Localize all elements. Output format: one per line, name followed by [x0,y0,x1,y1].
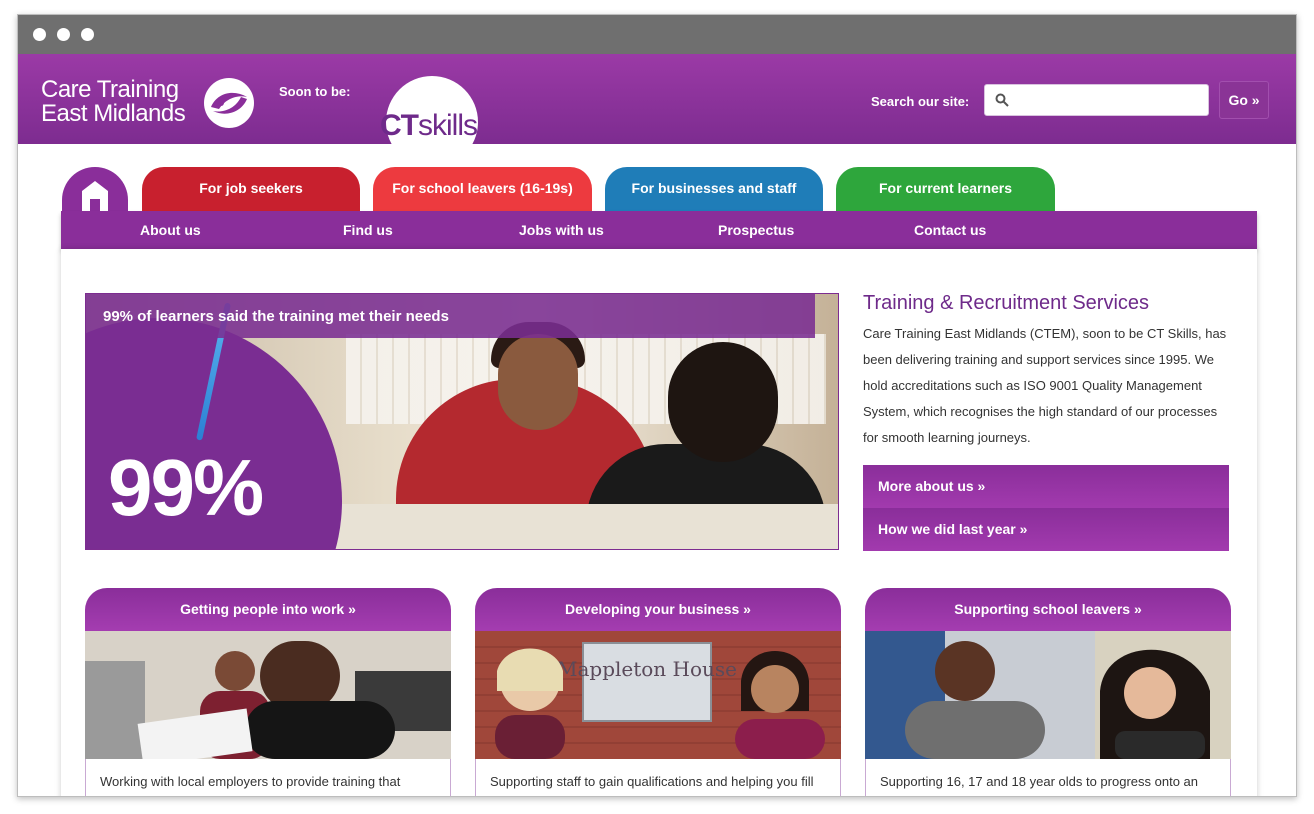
ct-skills-logo[interactable]: CTskills [378,76,482,168]
search-icon [995,93,1009,107]
intro-text: Care Training East Midlands (CTEM), soon… [863,326,1227,445]
card-title[interactable]: Supporting school leavers » [865,588,1231,632]
office-photo [85,631,451,759]
site-header: Care Training East Midlands Soon to be: … [18,54,1296,168]
card-description: Working with local employers to provide … [85,759,451,796]
hero-caption: 99% of learners said the training met th… [103,308,449,325]
hero-stat-number: 99% [108,443,264,532]
site-logo-text[interactable]: Care Training East Midlands [41,76,186,127]
more-about-us-link[interactable]: More about us » [863,465,1229,508]
window-dot-icon[interactable] [57,28,70,41]
ct-logo-thin: skills [418,109,478,142]
hero-banner[interactable]: 99% of learners said the training met th… [85,293,839,550]
nav-contact-us[interactable]: Contact us [914,222,986,238]
nav-find-us[interactable]: Find us [343,222,393,238]
card-photo[interactable]: Mappleton House [475,631,841,759]
card-description: Supporting staff to gain qualifications … [475,759,841,796]
hero-photo-desk [326,504,838,549]
tab-businesses[interactable]: For businesses and staff [605,167,823,211]
ct-logo-text: CTskills [380,109,478,143]
page-content: For job seekers For school leavers (16-1… [18,144,1296,796]
tab-school-leavers[interactable]: For school leavers (16-19s) [373,167,592,211]
nav-about-us[interactable]: About us [140,222,201,238]
tab-job-seekers[interactable]: For job seekers [142,167,360,211]
how-we-did-link[interactable]: How we did last year » [863,508,1229,551]
browser-window: Care Training East Midlands Soon to be: … [17,14,1297,797]
browser-title-bar [18,15,1296,54]
logo-line-1: Care Training [41,76,179,103]
card-supporting-school-leavers: Supporting school leavers » Supporting 1… [865,588,1231,796]
card-getting-people-into-work: Getting people into work » Working with … [85,588,451,796]
home-icon [82,181,108,211]
card-title[interactable]: Developing your business » [475,588,841,632]
logo-line-2: East Midlands [41,100,186,127]
nav-jobs-with-us[interactable]: Jobs with us [519,222,604,238]
window-dot-icon[interactable] [33,28,46,41]
hero-caption-bar: 99% of learners said the training met th… [86,294,815,338]
card-photo[interactable] [85,631,451,759]
main-nav: About us Find us Jobs with us Prospectus… [61,211,1257,249]
card-description: Supporting 16, 17 and 18 year olds to pr… [865,759,1231,796]
search-input[interactable] [1017,89,1202,111]
ct-logo-bold: CT [380,109,419,142]
window-dot-icon[interactable] [81,28,94,41]
hands-logo-icon[interactable] [203,77,255,129]
nav-prospectus[interactable]: Prospectus [718,222,794,238]
search-go-button[interactable]: Go » [1219,81,1269,119]
card-photo[interactable] [865,631,1231,759]
hero-photo-face [498,334,578,430]
intro-title: Training & Recruitment Services [863,292,1150,314]
soon-to-be-label: Soon to be: [279,84,351,99]
main-panel: 99% of learners said the training met th… [61,249,1257,796]
sign-text: Mappleton House [557,657,737,681]
hero-photo-head [668,342,778,462]
card-title[interactable]: Getting people into work » [85,588,451,632]
students-photo [865,631,1231,759]
search-field[interactable] [984,84,1209,116]
staff-photo: Mappleton House [475,631,841,759]
audience-tabs: For job seekers For school leavers (16-1… [18,144,1296,227]
tab-current-learners[interactable]: For current learners [836,167,1055,211]
search-label: Search our site: [871,94,970,109]
card-developing-your-business: Developing your business » Mappleton Hou… [475,588,841,796]
